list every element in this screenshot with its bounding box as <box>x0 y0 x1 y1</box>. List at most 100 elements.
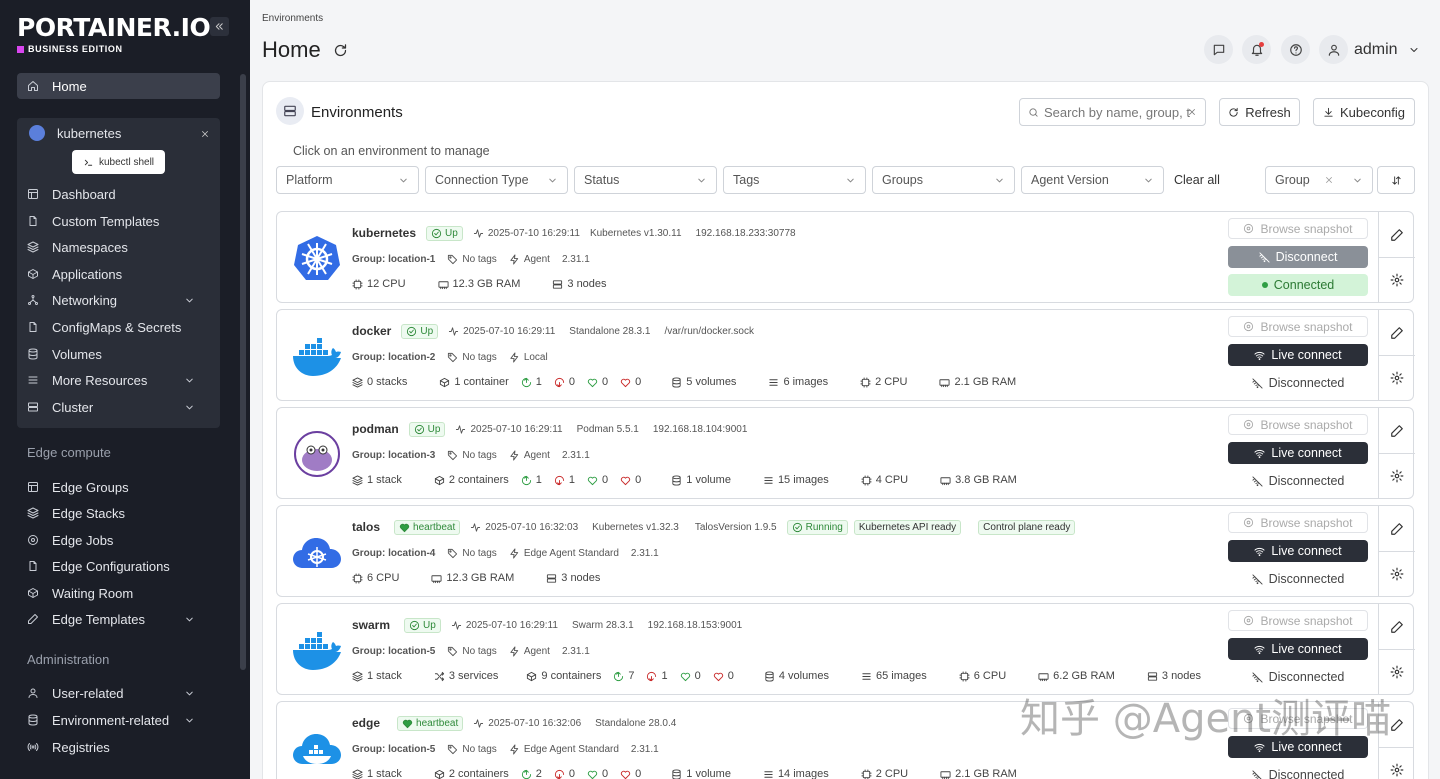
sidebar-item-edge-templates[interactable]: Edge Templates <box>17 606 220 632</box>
kubectl-shell-button[interactable]: kubectl shell <box>72 150 165 174</box>
clear-search-icon[interactable] <box>1187 107 1197 117</box>
edit-icon[interactable] <box>1390 620 1404 634</box>
nodes: 3 nodes <box>552 278 607 290</box>
notifications-button[interactable] <box>1242 35 1271 64</box>
sidebar-item-waiting-room[interactable]: Waiting Room <box>17 580 220 606</box>
sidebar-item-configmaps[interactable]: ConfigMaps & Secrets <box>17 314 220 340</box>
filter-groups[interactable]: Groups <box>872 166 1015 194</box>
close-environment-icon[interactable] <box>200 129 210 139</box>
refresh-icon[interactable] <box>333 43 348 58</box>
chevron-down-icon[interactable] <box>1408 44 1420 56</box>
last-check: 2025-07-10 16:29:11 <box>455 424 563 435</box>
volumes: 5 volumes <box>671 376 736 388</box>
tags-label: No tags <box>462 253 497 265</box>
sidebar-scrollbar[interactable] <box>240 74 246 670</box>
sidebar-item-custom-templates[interactable]: Custom Templates <box>17 208 220 234</box>
sidebar-item-volumes[interactable]: Volumes <box>17 341 220 367</box>
sidebar-item-environment-related[interactable]: Environment-related <box>17 707 220 733</box>
live-connect-button[interactable]: Live connect <box>1228 638 1368 660</box>
sidebar-item-label: Home <box>52 78 87 94</box>
environment-card-kubernetes[interactable]: kubernetes Up 2025-07-10 16:29:11 Kubernete… <box>276 211 1415 303</box>
browse-snapshot-button[interactable]: Browse snapshot <box>1228 610 1368 631</box>
memory: 6.2 GB RAM <box>1038 670 1115 682</box>
live-connect-button[interactable]: Live connect <box>1228 344 1368 366</box>
sidebar-item-edge-configurations[interactable]: Edge Configurations <box>17 553 220 579</box>
pulse-icon <box>448 326 459 337</box>
browse-snapshot-button[interactable]: Browse snapshot <box>1228 316 1368 337</box>
gear-icon[interactable] <box>1390 567 1404 581</box>
environment-group: Group: location-4 <box>352 547 436 559</box>
sidebar-item-cluster[interactable]: Cluster <box>17 394 220 420</box>
portainer-logo[interactable]: PORTAINER.IO BUSINESS EDITION <box>17 14 211 54</box>
collapse-sidebar-button[interactable] <box>210 17 229 36</box>
status-badge: Up <box>401 323 439 339</box>
breadcrumb[interactable]: Environments <box>262 13 323 24</box>
feedback-button[interactable] <box>1204 35 1233 64</box>
filter-connection-type[interactable]: Connection Type <box>425 166 568 194</box>
group-sort-select[interactable]: Group <box>1265 166 1373 194</box>
gear-icon[interactable] <box>1390 763 1404 777</box>
gear-icon[interactable] <box>1390 371 1404 385</box>
status-label: Up <box>445 227 458 239</box>
connection-status: Disconnected <box>1228 568 1368 590</box>
gear-icon[interactable] <box>1390 469 1404 483</box>
sidebar-item-networking[interactable]: Networking <box>17 287 220 313</box>
browse-snapshot-button[interactable]: Browse snapshot <box>1228 414 1368 435</box>
images-value: 65 images <box>875 670 927 682</box>
edit-icon[interactable] <box>1390 718 1404 732</box>
sidebar-item-edge-jobs[interactable]: Edge Jobs <box>17 527 220 553</box>
search-input[interactable]: Search by name, group, t <box>1019 98 1206 126</box>
edit-icon[interactable] <box>1390 522 1404 536</box>
file-icon <box>27 321 39 333</box>
bolt-icon <box>509 646 520 657</box>
kubeconfig-button[interactable]: Kubeconfig <box>1313 98 1415 126</box>
sidebar-item-label: Environment-related <box>52 712 170 728</box>
tag-icon <box>447 450 458 461</box>
filter-tags[interactable]: Tags <box>723 166 866 194</box>
live-connect-label: Live connect <box>1271 446 1342 460</box>
filter-platform[interactable]: Platform <box>276 166 419 194</box>
filter-status[interactable]: Status <box>574 166 717 194</box>
filter-agent-version[interactable]: Agent Version <box>1021 166 1164 194</box>
sidebar-item-more-resources[interactable]: More Resources <box>17 367 220 393</box>
cpu: 12 CPU <box>352 278 406 290</box>
help-button[interactable] <box>1281 35 1310 64</box>
edit-icon[interactable] <box>1390 326 1404 340</box>
sidebar-item-dashboard[interactable]: Dashboard <box>17 181 220 207</box>
sidebar-item-edge-stacks[interactable]: Edge Stacks <box>17 500 220 526</box>
sidebar-item-edge-groups[interactable]: Edge Groups <box>17 474 220 500</box>
sidebar-item-registries[interactable]: Registries <box>17 734 220 760</box>
healthy-count: 0 <box>587 376 608 388</box>
disconnect-button[interactable]: Disconnect <box>1228 246 1368 268</box>
sort-order-button[interactable] <box>1377 166 1415 194</box>
clear-all-button[interactable]: Clear all <box>1174 173 1220 187</box>
environment-card-swarm[interactable]: swarm Up 2025-07-10 16:29:11 Swarm 28.3.1 19… <box>276 603 1415 695</box>
user-menu[interactable]: admin <box>1354 41 1398 59</box>
browse-snapshot-button[interactable]: Browse snapshot <box>1228 512 1368 533</box>
user-avatar[interactable] <box>1319 35 1348 64</box>
live-connect-button[interactable]: Live connect <box>1228 442 1368 464</box>
memory-value: 12.3 GB RAM <box>452 278 521 290</box>
sidebar-item-home[interactable]: Home <box>17 73 220 99</box>
connection-status-label: Disconnected <box>1268 572 1345 586</box>
sidebar-item-user-related[interactable]: User-related <box>17 680 220 706</box>
kubeconfig-label: Kubeconfig <box>1339 104 1406 120</box>
browse-snapshot-button[interactable]: Browse snapshot <box>1228 218 1368 239</box>
live-connect-button[interactable]: Live connect <box>1228 540 1368 562</box>
environment-card-talos[interactable]: talos heartbeat 2025-07-10 16:32:03 Kuberne… <box>276 505 1415 597</box>
clear-sort-icon[interactable] <box>1324 175 1334 185</box>
gear-icon[interactable] <box>1390 273 1404 287</box>
sidebar-item-namespaces[interactable]: Namespaces <box>17 234 220 260</box>
edit-icon[interactable] <box>1390 228 1404 242</box>
check-icon <box>406 326 417 337</box>
environment-card-docker[interactable]: docker Up 2025-07-10 16:29:11 Standalone 28… <box>276 309 1415 401</box>
gear-icon[interactable] <box>1390 665 1404 679</box>
edit-icon[interactable] <box>1390 424 1404 438</box>
card-actions <box>1378 408 1415 498</box>
environment-card-podman[interactable]: podman Up 2025-07-10 16:29:11 Podman 5.5.1 1… <box>276 407 1415 499</box>
sort-label: Group <box>1275 173 1310 187</box>
sidebar-item-applications[interactable]: Applications <box>17 261 220 287</box>
volumes-value: 1 volume <box>686 474 731 486</box>
last-check: 2025-07-10 16:32:06 <box>473 718 581 729</box>
refresh-button[interactable]: Refresh <box>1219 98 1300 126</box>
